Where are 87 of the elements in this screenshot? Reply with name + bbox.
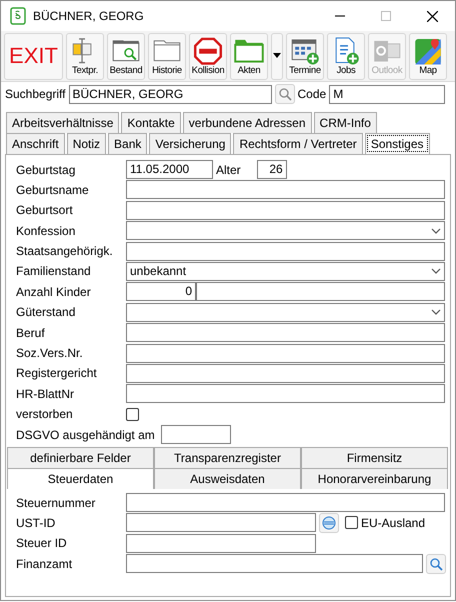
field-label: Geburtsort <box>16 202 74 220</box>
tab[interactable]: Anschrift <box>6 133 65 154</box>
toolbar-button[interactable]: Akten <box>230 33 268 80</box>
toolbar-button[interactable]: Bestand <box>107 33 145 80</box>
tab[interactable]: Notiz <box>66 133 106 154</box>
code-field[interactable]: M <box>329 84 446 104</box>
caret-down-icon <box>273 53 281 58</box>
dropdown-field[interactable] <box>126 302 445 322</box>
field-label: Soz.Vers.Nr. <box>16 345 84 362</box>
input-field[interactable] <box>126 200 445 220</box>
field-label: Güterstand <box>16 304 76 322</box>
tab[interactable]: Bank <box>108 133 148 154</box>
field-label: Anzahl Kinder <box>16 284 92 301</box>
field-label: DSGVO ausgehändigt am <box>16 426 155 444</box>
toolbar-button[interactable]: Jobs <box>327 33 365 80</box>
search-icon <box>278 87 292 101</box>
input-field[interactable] <box>126 364 445 383</box>
dropdown-field[interactable]: unbekannt <box>126 262 445 281</box>
date-field[interactable] <box>160 425 231 444</box>
tab[interactable]: Arbeitsverhältnisse <box>6 112 120 133</box>
toolbar-button[interactable]: Textpr. <box>66 33 104 80</box>
input-field[interactable] <box>126 513 316 532</box>
date-field[interactable]: 11.05.2000 <box>126 160 213 179</box>
window-title: BÜCHNER, GEORG <box>33 8 145 25</box>
tab[interactable]: definierbare Felder <box>7 447 154 468</box>
field-label: Registergericht <box>16 365 98 382</box>
age-field[interactable]: 26 <box>256 160 287 179</box>
field-label: Steuer ID <box>16 535 68 552</box>
input-field[interactable] <box>126 384 445 404</box>
field-label: UST-ID <box>16 514 56 532</box>
tab[interactable]: Steuerdaten <box>7 468 154 490</box>
dropdown-button[interactable] <box>271 33 283 80</box>
input-field[interactable] <box>126 493 445 512</box>
field-label: Familienstand <box>16 263 92 280</box>
dropdown-field[interactable] <box>126 221 445 240</box>
stop-sign-icon <box>192 36 224 66</box>
toolbar-button[interactable]: Termine <box>286 33 324 80</box>
toolbar-button[interactable]: Map <box>409 33 447 80</box>
field-label: Staatsangehörigk. <box>16 243 114 260</box>
tab[interactable]: Ausweisdaten <box>154 468 301 490</box>
field-label: Geburtstag <box>16 162 76 178</box>
toolbar-button[interactable]: Historie <box>148 33 186 80</box>
field-label: HR-BlattNr <box>16 386 76 403</box>
exit-button[interactable]: EXIT <box>4 33 63 80</box>
field-label: Beruf <box>16 324 46 342</box>
search-icon <box>429 556 443 571</box>
input-field[interactable] <box>126 323 445 342</box>
search-button[interactable] <box>426 554 446 574</box>
code-label: Code <box>298 86 326 103</box>
field-label: Finanzamt <box>16 556 74 573</box>
tab[interactable]: Sonstiges <box>364 133 430 154</box>
globe-icon <box>322 516 336 530</box>
app-icon <box>9 7 27 25</box>
number-field[interactable]: 0 <box>126 282 196 302</box>
field-label: verstorben <box>16 406 74 424</box>
tab[interactable]: Kontakte <box>121 112 181 133</box>
tab[interactable]: Versicherung <box>149 133 232 154</box>
field-label: Konfession <box>16 222 76 240</box>
input-field[interactable] <box>126 534 316 553</box>
input-field[interactable] <box>126 344 445 363</box>
toolbar-button[interactable]: Kollision <box>189 33 227 80</box>
input-field[interactable] <box>196 282 445 302</box>
tab[interactable]: Firmensitz <box>301 447 448 468</box>
input-field[interactable] <box>126 180 445 200</box>
input-field[interactable] <box>126 242 445 261</box>
checkbox[interactable] <box>345 516 358 530</box>
tab[interactable]: CRM-Info <box>314 112 377 133</box>
validate-button[interactable] <box>319 512 339 533</box>
tab[interactable]: Rechtsform / Vertreter <box>233 133 363 154</box>
input-field[interactable] <box>126 554 423 574</box>
map-pin-icon <box>412 36 444 66</box>
close-icon <box>426 10 438 22</box>
search-button[interactable] <box>274 84 294 104</box>
age-label: Alter <box>216 162 241 178</box>
tab[interactable]: Transparenzregister <box>154 447 301 468</box>
tab[interactable]: verbundene Adressen <box>182 112 312 133</box>
chevron-down-icon <box>431 228 441 234</box>
tab[interactable]: Honorarvereinbarung <box>301 468 448 490</box>
checkbox-label: EU-Ausland <box>361 514 426 532</box>
search-label: Suchbegriff <box>5 86 66 103</box>
field-label: Geburtsname <box>16 182 90 199</box>
chevron-down-icon <box>431 268 441 274</box>
chevron-down-icon <box>431 309 441 316</box>
field-label: Steuernummer <box>16 494 96 512</box>
maximize-icon <box>381 11 391 21</box>
search-field[interactable]: BÜCHNER, GEORG <box>68 84 272 104</box>
checkbox[interactable] <box>126 408 139 421</box>
